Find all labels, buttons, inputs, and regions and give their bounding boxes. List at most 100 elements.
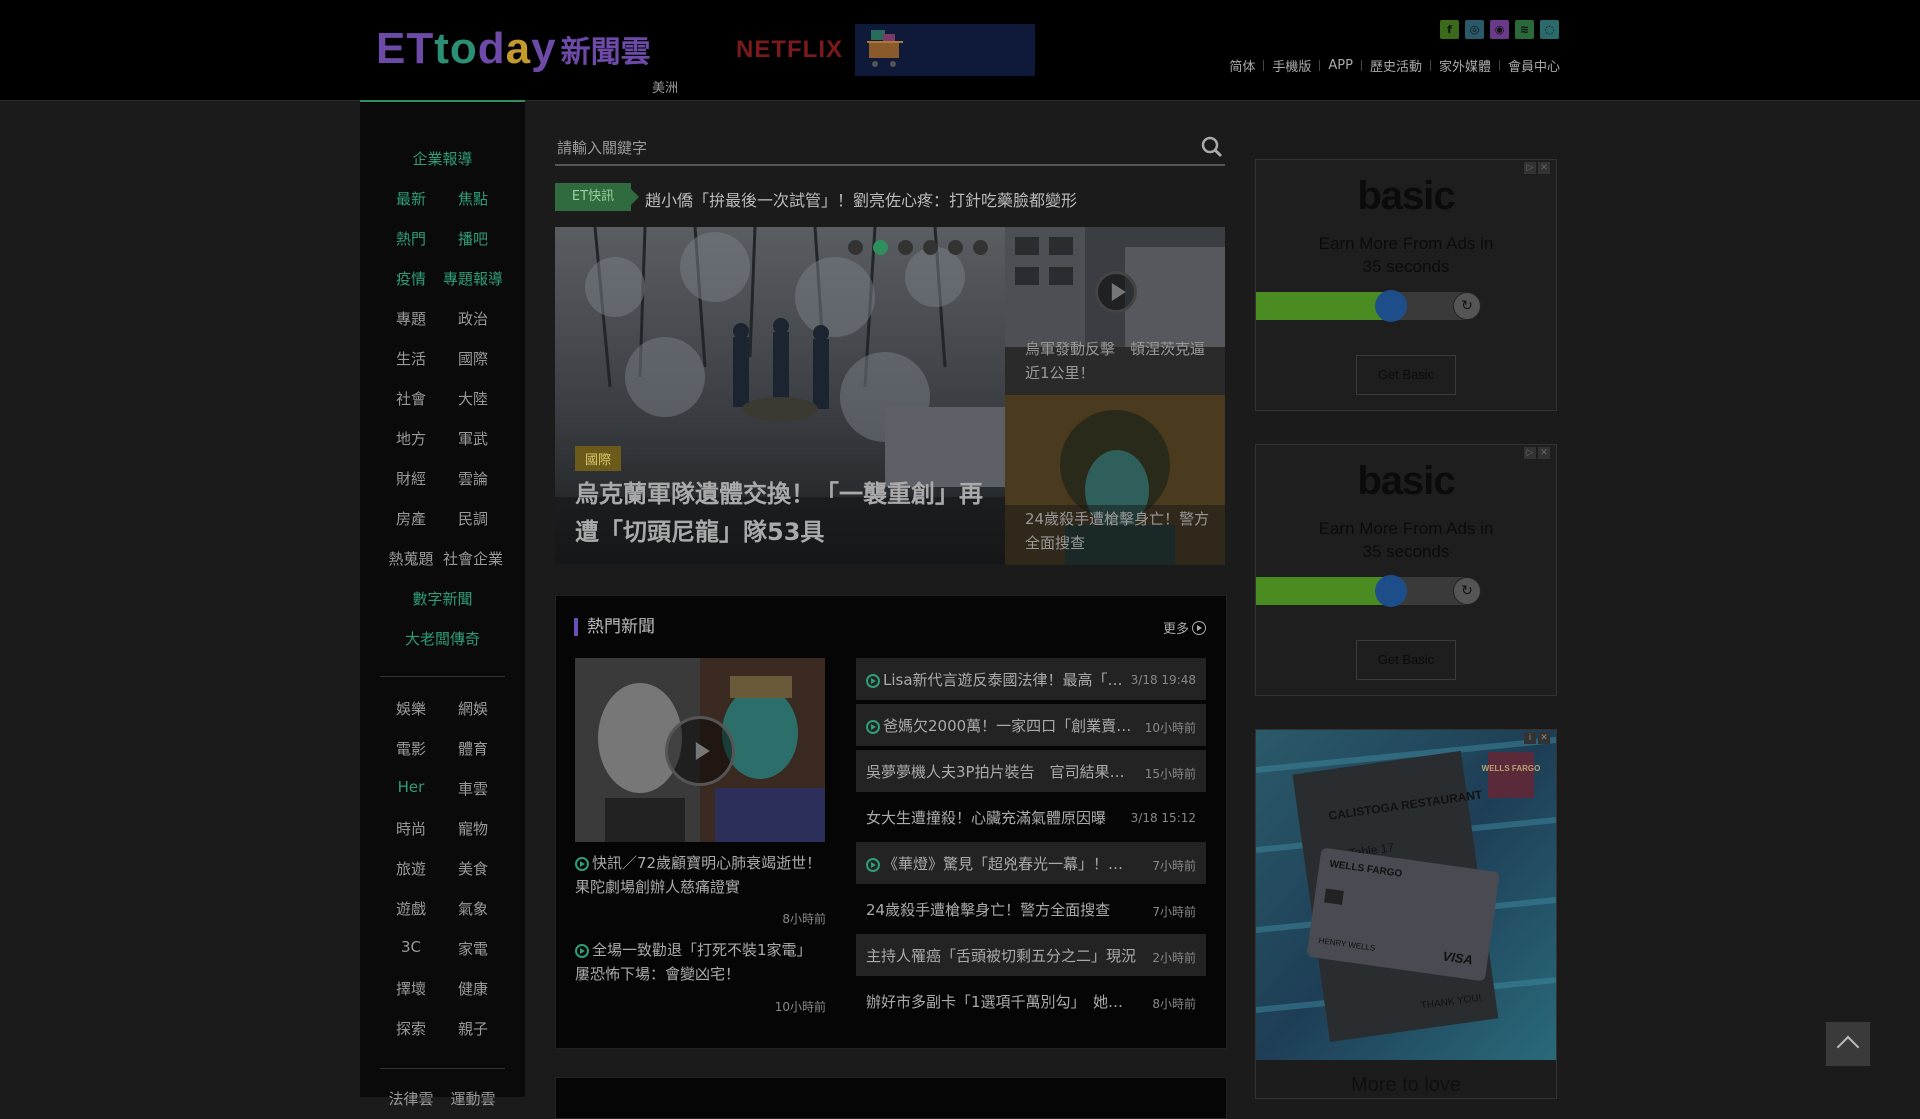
nav-mobile[interactable]: 手機版 [1272, 56, 1311, 75]
sidebar-item-society[interactable]: 社會 [378, 388, 444, 409]
ad-close-icon[interactable]: ✕ [1538, 732, 1550, 744]
hot-news-more-link[interactable]: 更多 [1163, 618, 1206, 637]
sidebar-item-entertainment[interactable]: 娛樂 [378, 698, 444, 719]
slider-dot-active[interactable] [873, 240, 888, 255]
nav-member-center[interactable]: 會員中心 [1508, 56, 1560, 75]
sidebar-item-realestate[interactable]: 房產 [378, 508, 444, 529]
basic-ad-1[interactable]: ▷ ✕ basic Earn More From Ads in 35 seconds… [1255, 159, 1557, 411]
basic-ad-2[interactable]: ▷ ✕ basic Earn More From Ads in 35 seconds… [1255, 444, 1557, 696]
hot-list-item[interactable]: 爸媽欠2000萬！一家四口「創業賣花」 10小時前 [856, 704, 1206, 746]
sidebar-item-epidemic[interactable]: 疫情 [378, 268, 444, 289]
nav-history-events[interactable]: 歷史活動 [1370, 56, 1422, 75]
sidebar-item-sport-cloud[interactable]: 運動雲 [440, 1088, 506, 1109]
netflix-ad-logo[interactable]: NETFLIX [736, 36, 843, 64]
facebook-icon[interactable]: f [1440, 20, 1459, 39]
sidebar-item-games[interactable]: 遊戲 [378, 898, 444, 919]
site-logo[interactable]: ETtoday 新聞雲 [376, 24, 651, 74]
sidebar-item-parenting[interactable]: 親子 [440, 1018, 506, 1039]
nav-simplified[interactable]: 简体 [1229, 56, 1255, 75]
rss-icon[interactable]: ≋ [1515, 20, 1534, 39]
ad-info-icon[interactable]: ▷ [1524, 447, 1536, 459]
replay-icon[interactable]: ↻ [1453, 577, 1481, 605]
sidebar-item-fashion[interactable]: 時尚 [378, 818, 444, 839]
search-input[interactable] [555, 134, 1179, 162]
sidebar-item-local[interactable]: 地方 [378, 428, 444, 449]
sidebar-item-latest[interactable]: 最新 [378, 188, 444, 209]
sidebar-item-sports[interactable]: 體育 [440, 738, 506, 759]
sidebar-item-3c[interactable]: 3C [378, 938, 444, 956]
ad-choices[interactable]: ▷ ✕ [1524, 447, 1550, 459]
sidebar-item-pets[interactable]: 寵物 [440, 818, 506, 839]
back-to-top-button[interactable] [1826, 1022, 1870, 1066]
sidebar-item-finance[interactable]: 財經 [378, 468, 444, 489]
hero-title[interactable]: 烏克蘭軍隊遺體交換！「一襲重創」再遭「切頭尼龍」隊53具 [575, 475, 995, 551]
sidebar-item-china[interactable]: 大陸 [440, 388, 506, 409]
breaking-news-headline[interactable]: 趙小僑「拚最後一次試管」！劉亮佐心疼：打針吃藥臉都變形 [645, 187, 1077, 211]
ad-choices[interactable]: ▷ ✕ [1524, 162, 1550, 174]
get-basic-button[interactable]: Get Basic [1356, 355, 1456, 395]
hot-list-item[interactable]: 女大生遭撞殺！心臟充滿氣體原因曝 3/18 15:12 [856, 796, 1206, 838]
sidebar-item-environment[interactable]: 擇壞 [378, 978, 444, 999]
sidebar-item-special-report[interactable]: 專題報導 [440, 268, 506, 289]
header-banner-ad[interactable] [855, 24, 1035, 76]
sidebar-item-food[interactable]: 美食 [440, 858, 506, 879]
sidebar-item-movies[interactable]: 電影 [378, 738, 444, 759]
ad-choices[interactable]: i ✕ [1524, 732, 1550, 744]
hero-slide[interactable]: 國際 烏克蘭軍隊遺體交換！「一襲重創」再遭「切頭尼龍」隊53具 [555, 227, 1005, 565]
replay-icon[interactable]: ↻ [1453, 292, 1481, 320]
sidebar-item-cars[interactable]: 車雲 [440, 778, 506, 799]
nav-outdoor-media[interactable]: 家外媒體 [1439, 56, 1491, 75]
sidebar-item-travel[interactable]: 旅遊 [378, 858, 444, 879]
slider-dot[interactable] [923, 240, 938, 255]
sidebar-item-poll[interactable]: 民調 [440, 508, 506, 529]
sidebar-item-data-news[interactable]: 數字新聞 [360, 588, 525, 609]
sidebar-item-her[interactable]: Her [378, 778, 444, 796]
slider-dot[interactable] [973, 240, 988, 255]
side-story-card-2[interactable]: 24歲殺手遭槍擊身亡！警方全面搜查 [1005, 395, 1225, 565]
sidebar-item-military[interactable]: 軍武 [440, 428, 506, 449]
nav-app[interactable]: APP [1328, 58, 1353, 73]
slider-dot[interactable] [948, 240, 963, 255]
sidebar-item-focus[interactable]: 焦點 [440, 188, 506, 209]
hot-story-2[interactable]: 全場一致勸退「打死不裝1家電」 屢恐怖下場：會變凶宅！ [575, 938, 825, 986]
hot-list-item[interactable]: 24歲殺手遭槍擊身亡！警方全面搜查 7小時前 [856, 888, 1206, 930]
ad-close-icon[interactable]: ✕ [1538, 447, 1550, 459]
sidebar-item-life[interactable]: 生活 [378, 348, 444, 369]
line-icon[interactable]: ◌ [1540, 20, 1559, 39]
slider-dot[interactable] [898, 240, 913, 255]
get-basic-button[interactable]: Get Basic [1356, 640, 1456, 680]
hot-story-1[interactable]: 快訊／72歲顧寶明心肺衰竭逝世！果陀劇場創辦人慈痛證實 [575, 851, 825, 899]
sidebar-item-enterprise[interactable]: 企業報導 [360, 148, 525, 169]
sidebar-item-hot[interactable]: 熱門 [378, 228, 444, 249]
sidebar-item-trending[interactable]: 熱蒐題 [378, 548, 444, 569]
ad-info-icon[interactable]: ▷ [1524, 162, 1536, 174]
ad-info-icon[interactable]: i [1524, 732, 1536, 744]
hot-list-item[interactable]: Lisa新代言遊反泰國法律！最高「罰款」 3/18 19:48 [856, 658, 1206, 700]
sidebar-item-boss-legends[interactable]: 大老闆傳奇 [360, 628, 525, 649]
hot-list-item[interactable]: 吳夢夢機人夫3P拍片裝告 官司結果出爐 15小時前 [856, 750, 1206, 792]
slider-dot[interactable] [848, 240, 863, 255]
sidebar-item-explore[interactable]: 探索 [378, 1018, 444, 1039]
sidebar-item-law[interactable]: 法律雲 [378, 1088, 444, 1109]
sidebar-item-international[interactable]: 國際 [440, 348, 506, 369]
sidebar-item-weather[interactable]: 氣象 [440, 898, 506, 919]
sidebar-item-topics[interactable]: 專題 [378, 308, 444, 329]
hot-news-thumbnail[interactable] [575, 658, 825, 842]
ad-close-icon[interactable]: ✕ [1538, 162, 1550, 174]
side-story-card-1[interactable]: 烏軍發動反擊 頓涅茨克逼近1公里！ [1005, 227, 1225, 395]
wells-fargo-ad[interactable]: CALISTOGA RESTAURANT Table 17 THANK YOU!… [1255, 729, 1557, 1099]
instagram-icon[interactable]: ◎ [1465, 20, 1484, 39]
sidebar-item-appliances[interactable]: 家電 [440, 938, 506, 959]
podcast-icon[interactable]: ◉ [1490, 20, 1509, 39]
sidebar-item-social-enterprise[interactable]: 社會企業 [440, 548, 506, 569]
search-icon[interactable] [1201, 136, 1223, 158]
sidebar-item-opinion[interactable]: 雲論 [440, 468, 506, 489]
sidebar-item-politics[interactable]: 政治 [440, 308, 506, 329]
region-label[interactable]: 美洲 [652, 77, 678, 96]
hot-list-item[interactable]: 主持人罹癌「舌頭被切剩五分之二」現況 2小時前 [856, 934, 1206, 976]
hot-list-item[interactable]: 《華燈》驚見「超兇春光一幕」！網暴動 7小時前 [856, 842, 1206, 884]
sidebar-item-web-ent[interactable]: 網娛 [440, 698, 506, 719]
hot-list-item[interactable]: 辦好市多副卡「1選項千萬別勾」 她曝原因 8小時前 [856, 980, 1206, 1022]
sidebar-item-playbar[interactable]: 播吧 [440, 228, 506, 249]
sidebar-item-health[interactable]: 健康 [440, 978, 506, 999]
